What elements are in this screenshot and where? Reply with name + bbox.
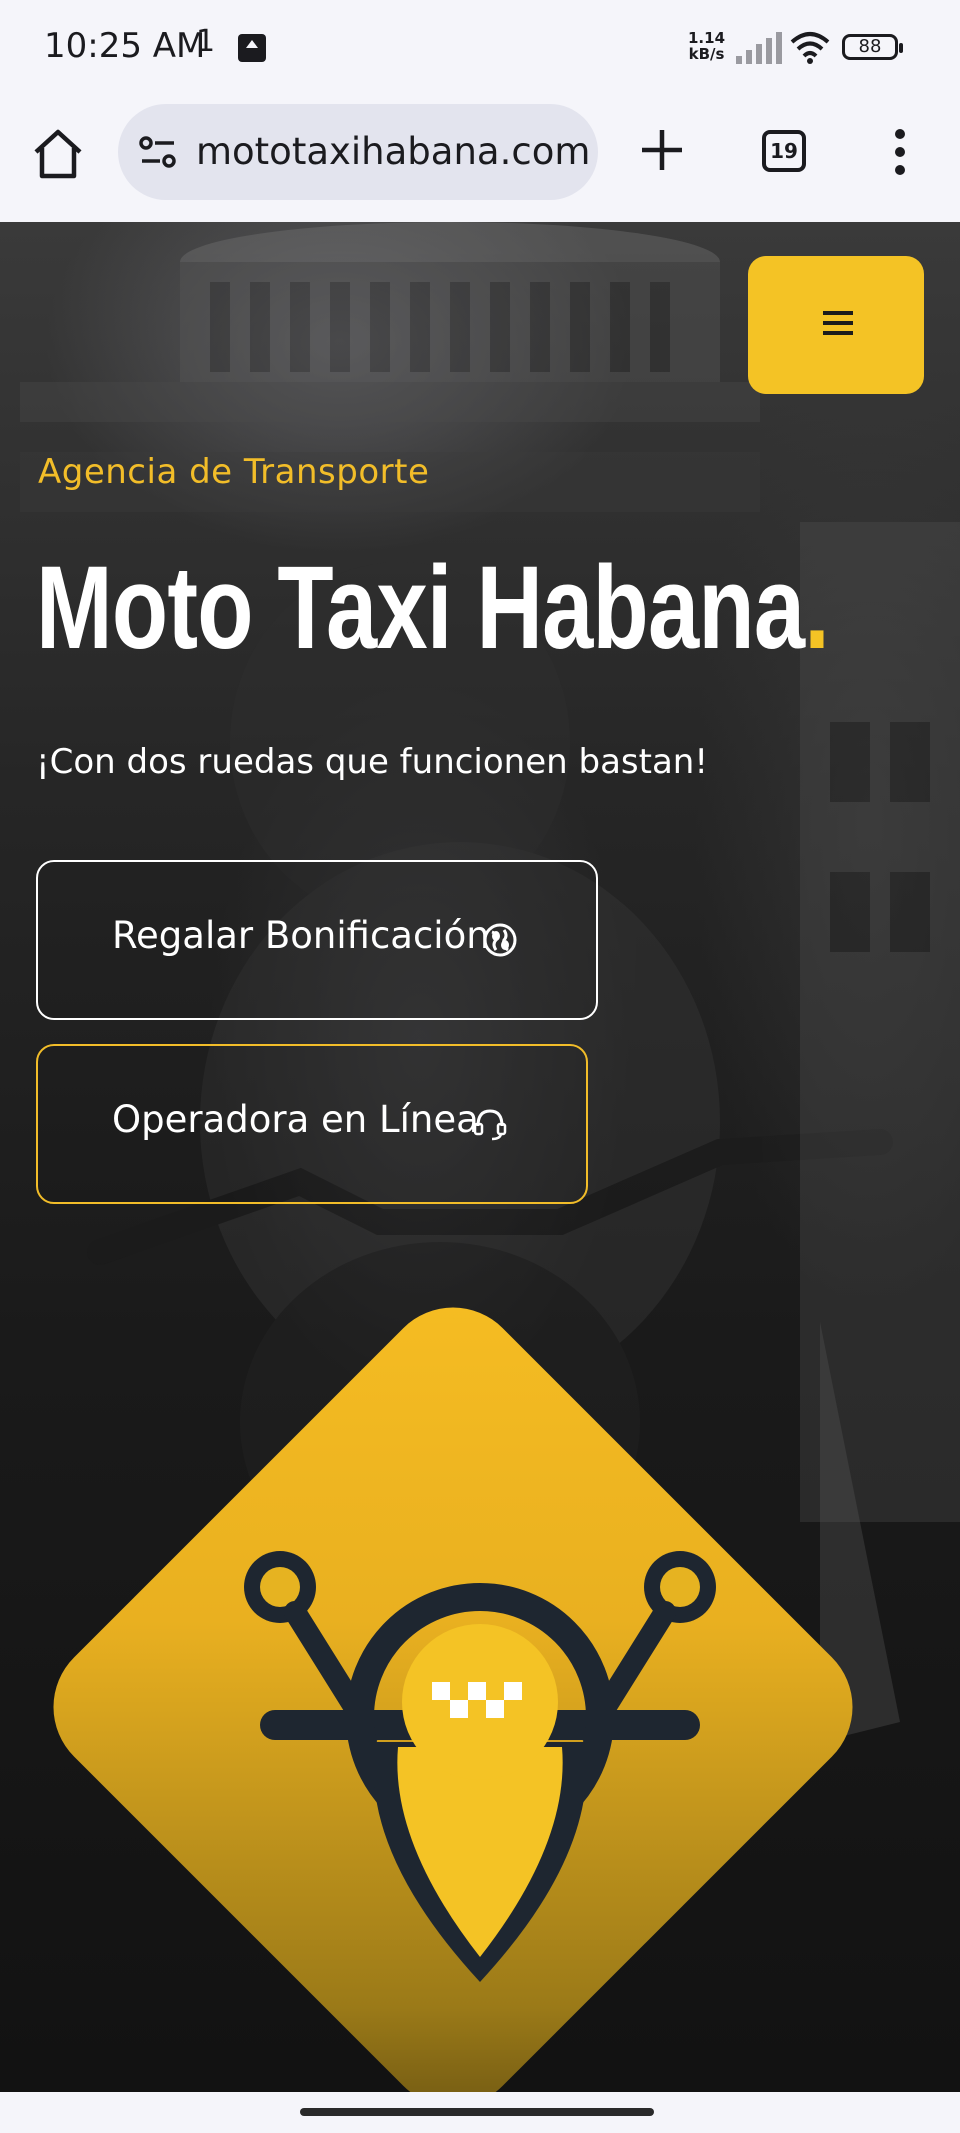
network-speed-unit: kB/s: [688, 45, 725, 63]
globe-icon: [483, 923, 517, 957]
hero-subtitle: ¡Con dos ruedas que funcionen bastan!: [36, 742, 708, 782]
moto-taxi-logo: [244, 1551, 716, 1982]
home-icon[interactable]: [30, 126, 86, 182]
address-bar[interactable]: mototaxihabana.com: [118, 104, 598, 200]
hero-title-dot: .: [804, 542, 830, 674]
hero-title-text: Moto Taxi Habana: [36, 542, 805, 674]
headset-icon: [473, 1109, 507, 1141]
status-bar: 10:25 AM 1 1.14 kB/s 88: [0, 0, 960, 96]
status-time: 10:25 AM: [44, 26, 206, 66]
home-gesture-handle[interactable]: [300, 2108, 654, 2116]
tab-switcher-button[interactable]: 19: [762, 130, 806, 172]
new-tab-icon[interactable]: [636, 124, 688, 176]
menu-icon-line: [823, 331, 853, 335]
hero-tagline: Agencia de Transporte: [38, 452, 430, 492]
gift-bonus-button[interactable]: Regalar Bonificación: [36, 860, 598, 1020]
browser-toolbar: mototaxihabana.com 19: [0, 96, 960, 224]
status-extra: 1: [196, 24, 216, 59]
navigation-bar: [0, 2092, 960, 2133]
battery-icon: 88: [842, 34, 903, 60]
menu-icon-line: [823, 311, 853, 315]
gift-bonus-label: Regalar Bonificación: [112, 914, 490, 957]
hero-title: Moto Taxi Habana.: [36, 540, 830, 676]
wifi-icon: [790, 32, 830, 64]
more-options-icon[interactable]: [886, 126, 914, 178]
signal-icon: [736, 32, 782, 64]
menu-button[interactable]: [748, 256, 924, 394]
online-operator-button[interactable]: Operadora en Línea: [36, 1044, 588, 1204]
menu-icon-line: [823, 321, 853, 325]
url-text[interactable]: mototaxihabana.com: [196, 130, 590, 173]
network-speed: 1.14 kB/s: [688, 30, 725, 62]
site-settings-icon[interactable]: [138, 134, 178, 170]
upload-icon: [238, 34, 266, 62]
online-operator-label: Operadora en Línea: [112, 1098, 479, 1141]
hero-section: Agencia de Transporte Moto Taxi Habana. …: [0, 222, 960, 2092]
